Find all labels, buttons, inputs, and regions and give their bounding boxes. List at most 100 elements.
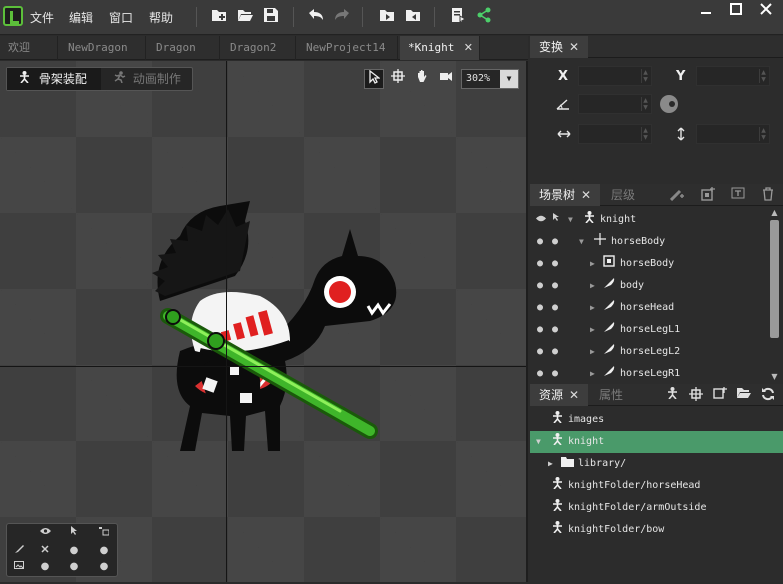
select-dot-icon[interactable]: ● xyxy=(552,275,558,297)
new-project-icon[interactable] xyxy=(209,7,229,27)
share-icon[interactable] xyxy=(474,7,494,27)
visibility-dot-icon[interactable]: ● xyxy=(537,231,543,253)
select-dot-icon[interactable]: ● xyxy=(552,231,558,253)
pointer-icon[interactable] xyxy=(552,209,559,231)
select-dot-icon[interactable]: ● xyxy=(552,341,558,363)
toggle-dot-icon[interactable]: ● xyxy=(66,560,82,574)
toggle-dot-icon[interactable]: ● xyxy=(96,560,112,574)
lock-list-icon[interactable] xyxy=(96,526,112,540)
open-folder-icon[interactable] xyxy=(235,7,255,27)
select-dot-icon[interactable]: ● xyxy=(552,319,558,341)
open-folder-icon[interactable] xyxy=(736,387,752,403)
asset-row-bow[interactable]: knightFolder/bow xyxy=(530,519,783,541)
scroll-up-icon[interactable]: ▲ xyxy=(770,208,779,217)
rotation-dial[interactable] xyxy=(660,95,678,113)
expanded-arrow-icon[interactable]: ▼ xyxy=(568,209,573,231)
close-tab-icon[interactable]: ✕ xyxy=(569,40,579,54)
zoom-select[interactable]: 302% ▼ xyxy=(461,69,519,89)
x-field[interactable]: ▲ ▼ xyxy=(578,66,652,86)
scale-x-field[interactable]: ▲ ▼ xyxy=(578,124,652,144)
tab-hierarchy[interactable]: 层级 xyxy=(602,184,646,206)
toggle-dot-icon[interactable]: ● xyxy=(37,560,53,574)
chevron-down-icon[interactable]: ▼ xyxy=(500,70,518,88)
asset-row-images[interactable]: images xyxy=(530,409,783,431)
visibility-dot-icon[interactable]: ● xyxy=(537,275,543,297)
spinner-icon[interactable]: ▲ ▼ xyxy=(759,127,767,141)
asset-row-horsehead[interactable]: knightFolder/horseHead xyxy=(530,475,783,497)
hidden-x-icon[interactable] xyxy=(37,544,53,558)
stage-viewport[interactable]: 骨架装配 动画制作 302% ▼ ● ● ● ● ● xyxy=(0,61,528,582)
add-text-icon[interactable] xyxy=(730,187,746,203)
visibility-dot-icon[interactable]: ● xyxy=(537,253,543,275)
tab-newdragon[interactable]: NewDragon xyxy=(60,36,146,60)
tab-dragon[interactable]: Dragon xyxy=(148,36,220,60)
minimize-icon[interactable] xyxy=(691,0,721,26)
spinner-icon[interactable]: ▲ ▼ xyxy=(759,69,767,83)
asset-row-armoutside[interactable]: knightFolder/armOutside xyxy=(530,497,783,519)
tree-row-horsebody-bone[interactable]: ● ● ▼ horseBody xyxy=(530,231,768,253)
scrollbar-thumb[interactable] xyxy=(770,220,779,338)
tree-row-horselegl2[interactable]: ● ● ▶ horseLegL2 xyxy=(530,341,768,363)
collapsed-arrow-icon[interactable]: ▶ xyxy=(590,319,595,341)
visibility-dot-icon[interactable]: ● xyxy=(537,341,543,363)
tree-row-horsebody-box[interactable]: ● ● ▶ horseBody xyxy=(530,253,768,275)
expanded-arrow-icon[interactable]: ▼ xyxy=(536,431,541,453)
collapsed-arrow-icon[interactable]: ▶ xyxy=(590,253,595,275)
visibility-dot-icon[interactable]: ● xyxy=(537,297,543,319)
menu-window[interactable]: 窗口 xyxy=(109,9,133,26)
add-bounding-box-icon[interactable] xyxy=(700,187,716,203)
animate-mode-button[interactable]: 动画制作 xyxy=(103,68,193,90)
tree-row-horselegr1[interactable]: ● ● ▶ horseLegR1 xyxy=(530,363,768,383)
close-window-icon[interactable] xyxy=(751,0,781,26)
select-dot-icon[interactable]: ● xyxy=(552,253,558,275)
scroll-down-icon[interactable]: ▼ xyxy=(770,372,779,381)
undo-icon[interactable] xyxy=(306,7,326,27)
scale-y-field[interactable]: ▲ ▼ xyxy=(696,124,770,144)
menu-help[interactable]: 帮助 xyxy=(149,9,173,26)
tab-scene-tree[interactable]: 场景树 ✕ xyxy=(530,184,600,206)
export-icon[interactable] xyxy=(403,7,423,27)
tab-knight[interactable]: *Knight ✕ xyxy=(400,36,480,60)
tree-row-body[interactable]: ● ● ▶ body xyxy=(530,275,768,297)
close-tab-icon[interactable]: ✕ xyxy=(569,388,579,402)
toggle-dot-icon[interactable]: ● xyxy=(96,544,112,558)
publish-icon[interactable] xyxy=(448,7,468,27)
collapsed-arrow-icon[interactable]: ▶ xyxy=(590,297,595,319)
tree-row-horsehead[interactable]: ● ● ▶ horseHead xyxy=(530,297,768,319)
tab-transform[interactable]: 变换 ✕ xyxy=(530,36,588,58)
hand-pan-icon[interactable] xyxy=(412,69,432,89)
collapsed-arrow-icon[interactable]: ▶ xyxy=(590,363,595,383)
expanded-arrow-icon[interactable]: ▼ xyxy=(579,231,584,253)
eye-icon[interactable] xyxy=(37,526,53,540)
camera-view-icon[interactable] xyxy=(436,69,456,89)
add-bone-icon[interactable] xyxy=(669,187,685,203)
tab-newproject14[interactable]: NewProject14 xyxy=(298,36,398,60)
asset-row-knight[interactable]: ▼ knight xyxy=(530,431,783,453)
spinner-icon[interactable]: ▲ ▼ xyxy=(641,127,649,141)
tab-welcome[interactable]: 欢迎 xyxy=(0,36,58,60)
tree-row-knight[interactable]: ▼ knight xyxy=(530,209,768,231)
transform-crosshair-icon[interactable] xyxy=(388,69,408,89)
pointer-icon[interactable] xyxy=(66,526,82,540)
y-field[interactable]: ▲ ▼ xyxy=(696,66,770,86)
refresh-icon[interactable] xyxy=(760,387,776,403)
visibility-dot-icon[interactable]: ● xyxy=(537,363,543,383)
tab-properties[interactable]: 属性 xyxy=(590,384,634,406)
collapsed-arrow-icon[interactable]: ▶ xyxy=(548,453,553,475)
menu-edit[interactable]: 编辑 xyxy=(69,9,93,26)
rotation-field[interactable]: ▲ ▼ xyxy=(578,94,652,114)
select-dot-icon[interactable]: ● xyxy=(552,363,558,383)
collapsed-arrow-icon[interactable]: ▶ xyxy=(590,275,595,297)
spinner-icon[interactable]: ▲ ▼ xyxy=(641,97,649,111)
trash-icon[interactable] xyxy=(760,187,776,203)
select-arrow-icon[interactable] xyxy=(364,69,384,89)
visibility-dot-icon[interactable]: ● xyxy=(537,319,543,341)
save-icon[interactable] xyxy=(261,7,281,27)
new-armature-icon[interactable] xyxy=(664,387,680,403)
redo-icon[interactable] xyxy=(332,7,352,27)
import-icon[interactable] xyxy=(377,7,397,27)
scene-tree-scrollbar[interactable]: ▲ ▼ xyxy=(768,208,782,382)
new-bone-target-icon[interactable] xyxy=(688,387,704,403)
select-dot-icon[interactable]: ● xyxy=(552,297,558,319)
tab-dragon2[interactable]: Dragon2 xyxy=(222,36,296,60)
